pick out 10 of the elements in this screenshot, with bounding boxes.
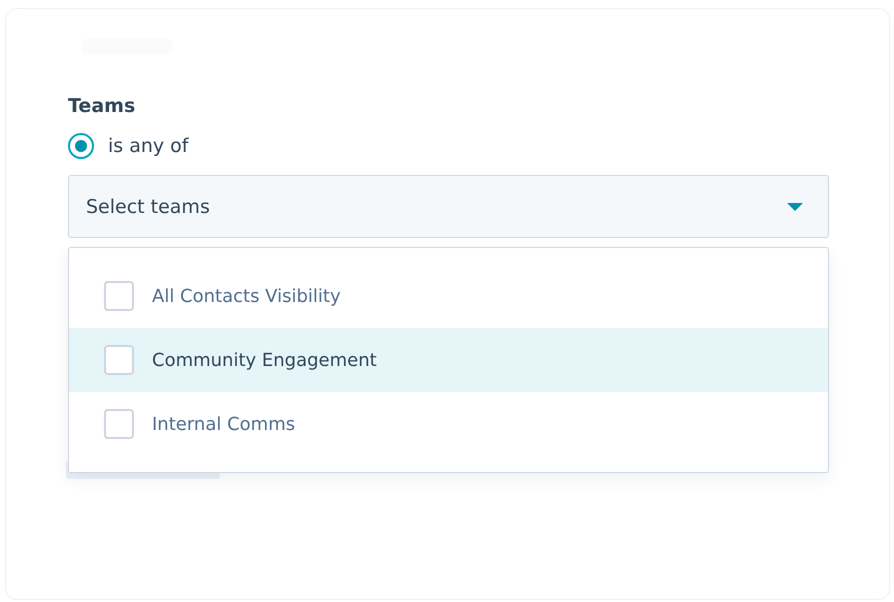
dropdown-option[interactable]: All Contacts Visibility — [69, 264, 828, 328]
dropdown-option[interactable]: Internal Comms — [69, 392, 828, 456]
checkbox[interactable] — [104, 345, 134, 375]
field-label: Teams — [68, 95, 136, 117]
radio-button[interactable] — [68, 133, 94, 159]
checkbox[interactable] — [104, 281, 134, 311]
checkbox[interactable] — [104, 409, 134, 439]
radio-label: is any of — [108, 135, 188, 157]
select-dropdown[interactable]: Select teams — [68, 175, 829, 238]
dropdown-option[interactable]: Community Engagement — [69, 328, 828, 392]
